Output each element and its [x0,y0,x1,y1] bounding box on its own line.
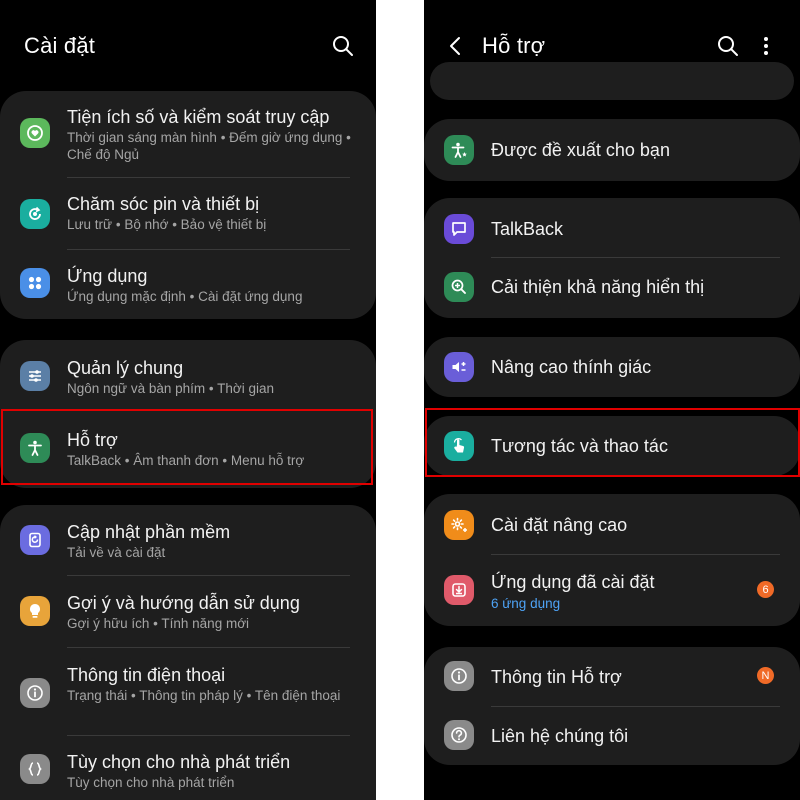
settings-item-subtitle: Tùy chọn cho nhà phát triển [67,775,235,790]
settings-group-1: Tiện ích số và kiểm soát truy cập Thời g… [0,91,376,319]
scrolled-card [430,62,794,100]
settings-item-title: Cập nhật phần mềm [67,522,231,542]
accessibility-item-advanced[interactable]: Cài đặt nâng cao [424,494,800,554]
digital-wellbeing-icon [20,118,50,148]
accessibility-item-title: Ứng dụng đã cài đặt [491,572,655,592]
accessibility-group-3: Nâng cao thính giác [424,337,800,397]
hearing-enhancements-icon [444,352,474,382]
settings-item-title: Chăm sóc pin và thiết bị [67,194,260,214]
accessibility-item-title: Tương tác và thao tác [491,436,668,456]
accessibility-item-visibility[interactable]: Cải thiện khả năng hiển thị [424,258,800,318]
recommended-icon [444,135,474,165]
settings-item-subtitle: Trạng thái • Thông tin pháp lý • Tên điệ… [67,688,341,703]
accessibility-group-2: TalkBack Cải thiện khả năng hiển thị [424,198,800,318]
accessibility-group-5: Cài đặt nâng cao Ứng dụng đã cài đặt 6 ứ… [424,494,800,626]
settings-item-subtitle: Ứng dụng mặc định • Cài đặt ứng dụng [67,289,303,304]
settings-item-software-update[interactable]: Cập nhật phần mềm Tải về và cài đặt [0,505,376,576]
accessibility-item-interaction[interactable]: Tương tác và thao tác [424,416,800,476]
page-title: Hỗ trợ [482,33,546,58]
settings-item-digital-wellbeing[interactable]: Tiện ích số và kiểm soát truy cập Thời g… [0,91,376,179]
settings-item-subtitle: TalkBack • Âm thanh đơn • Menu hỗ trợ [67,453,305,468]
accessibility-item-title: Cải thiện khả năng hiển thị [491,277,705,297]
notification-badge: 6 [757,581,774,598]
search-icon[interactable] [716,34,740,58]
accessibility-item-title: Thông tin Hỗ trợ [491,667,622,687]
info-icon [444,661,474,691]
accessibility-item-title: Được đề xuất cho bạn [491,140,670,160]
accessibility-item-recommended[interactable]: Được đề xuất cho bạn [424,119,800,181]
settings-item-subtitle: Gợi ý hữu ích • Tính năng mới [67,616,250,631]
accessibility-item-talkback[interactable]: TalkBack [424,198,800,258]
interaction-dexterity-icon [444,431,474,461]
settings-item-accessibility[interactable]: Hỗ trợ TalkBack • Âm thanh đơn • Menu hỗ… [0,411,376,488]
contact-us-icon [444,720,474,750]
settings-item-general-management[interactable]: Quản lý chung Ngôn ngữ và bàn phím • Thờ… [0,340,376,411]
accessibility-group-4: Tương tác và thao tác [424,416,800,476]
settings-group-2: Quản lý chung Ngôn ngữ và bàn phím • Thờ… [0,340,376,488]
tips-icon [20,596,50,626]
accessibility-item-title: Cài đặt nâng cao [491,515,628,535]
settings-item-subtitle: Thời gian sáng màn hình • Đếm giờ ứng dụ… [67,130,351,162]
accessibility-icon [20,433,50,463]
apps-icon [20,268,50,298]
accessibility-item-contact[interactable]: Liên hệ chúng tôi [424,707,800,765]
settings-item-title: Tùy chọn cho nhà phát triển [67,752,291,772]
visibility-enhancements-icon [444,272,474,302]
page-title: Cài đặt [24,33,96,58]
settings-item-developer-options[interactable]: Tùy chọn cho nhà phát triển Tùy chọn cho… [0,736,376,800]
device-care-icon [20,199,50,229]
settings-item-title: Ứng dụng [67,266,148,286]
settings-item-title: Gợi ý và hướng dẫn sử dụng [67,593,300,613]
advanced-settings-icon [444,510,474,540]
accessibility-group-6: Thông tin Hỗ trợ N Liên hệ chúng tôi [424,647,800,765]
general-management-icon [20,361,50,391]
settings-item-title: Thông tin điện thoại [67,665,226,685]
software-update-icon [20,525,50,555]
back-icon[interactable] [444,34,468,58]
accessibility-item-title: Nâng cao thính giác [491,357,652,377]
settings-item-subtitle: Lưu trữ • Bộ nhớ • Bảo vệ thiết bị [67,217,267,232]
settings-item-subtitle: Ngôn ngữ và bàn phím • Thời gian [67,381,274,396]
settings-item-title: Tiện ích số và kiểm soát truy cập [67,107,330,127]
settings-item-title: Hỗ trợ [67,430,118,450]
accessibility-group-1: Được đề xuất cho bạn [424,119,800,181]
settings-group-3: Cập nhật phần mềm Tải về và cài đặt Gợi … [0,505,376,800]
settings-item-about-phone[interactable]: Thông tin điện thoại Trạng thái • Thông … [0,648,376,736]
accessibility-item-title: TalkBack [491,219,564,239]
settings-screen: Cài đặt Tiện ích số và kiểm soát truy cậ… [0,0,376,800]
installed-apps-count: 6 ứng dụng [491,596,561,611]
installed-apps-icon [444,575,474,605]
settings-header: Cài đặt [0,0,376,90]
new-badge: N [757,667,774,684]
accessibility-item-hearing[interactable]: Nâng cao thính giác [424,337,800,397]
search-icon[interactable] [331,34,355,58]
settings-item-subtitle: Tải về và cài đặt [67,545,166,560]
settings-item-tips[interactable]: Gợi ý và hướng dẫn sử dụng Gợi ý hữu ích… [0,576,376,647]
accessibility-screen: Hỗ trợ Được đề xuất cho bạn TalkBack Cải… [424,0,800,800]
settings-item-apps[interactable]: Ứng dụng Ứng dụng mặc định • Cài đặt ứng… [0,250,376,319]
accessibility-item-installed-apps[interactable]: Ứng dụng đã cài đặt 6 ứng dụng 6 [424,555,800,626]
developer-options-icon [20,754,50,784]
accessibility-item-about[interactable]: Thông tin Hỗ trợ N [424,647,800,706]
more-options-icon[interactable] [754,34,778,58]
talkback-icon [444,214,474,244]
settings-item-title: Quản lý chung [67,358,184,378]
accessibility-item-title: Liên hệ chúng tôi [491,726,629,746]
settings-item-device-care[interactable]: Chăm sóc pin và thiết bị Lưu trữ • Bộ nh… [0,178,376,249]
info-icon [20,678,50,708]
